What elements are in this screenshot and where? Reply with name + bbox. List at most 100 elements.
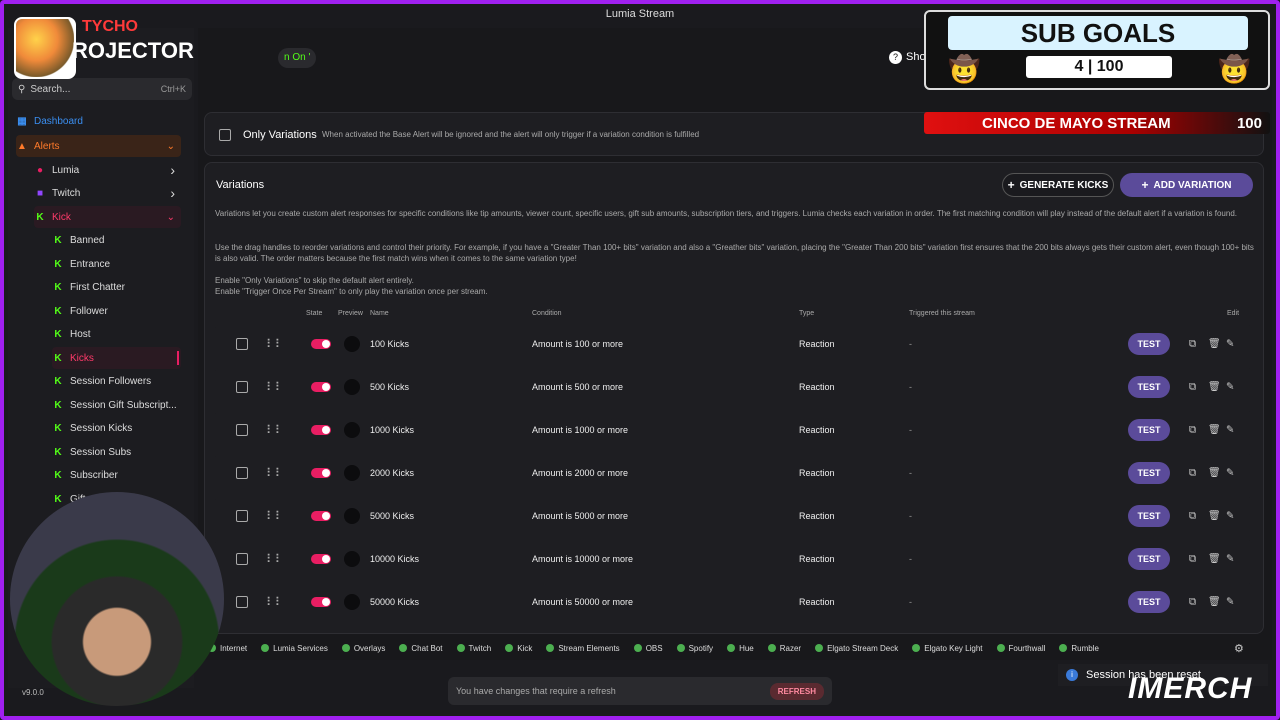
row-checkbox[interactable] xyxy=(236,596,248,608)
edit-icon[interactable]: ✎ xyxy=(1226,554,1234,565)
variation-row[interactable]: ⠇⠇ 5000 Kicks Amount is 5000 or more Reacti… xyxy=(215,496,1252,536)
drag-handle-icon[interactable]: ⠇⠇ xyxy=(266,466,284,480)
edit-icon[interactable]: ✎ xyxy=(1226,339,1234,350)
preview-thumb[interactable] xyxy=(344,465,360,481)
status-item-fourthwall[interactable]: Fourthwall xyxy=(996,644,1045,653)
edit-icon[interactable]: ✎ xyxy=(1226,468,1234,479)
only-variations-checkbox[interactable] xyxy=(219,129,231,141)
copy-icon[interactable]: ⧉ xyxy=(1189,382,1196,393)
sidebar-item-first-chatter[interactable]: K First Chatter xyxy=(52,276,181,298)
status-item-spotify[interactable]: Spotify xyxy=(676,644,713,653)
state-toggle[interactable] xyxy=(311,511,331,521)
test-button[interactable]: TEST xyxy=(1128,548,1170,570)
delete-icon[interactable]: 🗑 xyxy=(1208,511,1221,522)
sidebar-item-twitch[interactable]: ■ Twitch › xyxy=(34,182,181,204)
state-toggle[interactable] xyxy=(311,382,331,392)
drag-handle-icon[interactable]: ⠇⠇ xyxy=(266,423,284,437)
copy-icon[interactable]: ⧉ xyxy=(1189,425,1196,436)
variation-row[interactable]: ⠇⠇ 1000 Kicks Amount is 1000 or more Reacti… xyxy=(215,410,1252,450)
copy-icon[interactable]: ⧉ xyxy=(1189,554,1196,565)
delete-icon[interactable]: 🗑 xyxy=(1208,339,1221,350)
state-toggle[interactable] xyxy=(311,597,331,607)
status-item-hue[interactable]: Hue xyxy=(727,644,754,653)
sidebar-item-session-gift-subscript-[interactable]: K Session Gift Subscript... xyxy=(52,394,181,416)
drag-handle-icon[interactable]: ⠇⠇ xyxy=(266,380,284,394)
preview-thumb[interactable] xyxy=(344,508,360,524)
status-item-kick[interactable]: Kick xyxy=(505,644,532,653)
refresh-button[interactable]: REFRESH xyxy=(769,682,824,700)
add-variation-button[interactable]: + ADD VARIATION xyxy=(1120,173,1253,197)
search-input[interactable]: ⚲ Search... Ctrl+K xyxy=(12,78,192,100)
edit-icon[interactable]: ✎ xyxy=(1226,511,1234,522)
state-toggle[interactable] xyxy=(311,425,331,435)
preview-thumb[interactable] xyxy=(344,422,360,438)
variation-row[interactable]: ⠇⠇ 10000 Kicks Amount is 10000 or more Reac… xyxy=(215,539,1252,579)
sidebar-item-session-followers[interactable]: K Session Followers xyxy=(52,370,181,392)
test-button[interactable]: TEST xyxy=(1128,333,1170,355)
row-checkbox[interactable] xyxy=(236,553,248,565)
generate-kicks-button[interactable]: + GENERATE KICKS xyxy=(1002,173,1114,197)
copy-icon[interactable]: ⧉ xyxy=(1189,511,1196,522)
delete-icon[interactable]: 🗑 xyxy=(1208,468,1221,479)
edit-icon[interactable]: ✎ xyxy=(1226,382,1234,393)
preview-thumb[interactable] xyxy=(344,594,360,610)
delete-icon[interactable]: 🗑 xyxy=(1208,554,1221,565)
row-checkbox[interactable] xyxy=(236,381,248,393)
status-item-elgato-key-light[interactable]: Elgato Key Light xyxy=(912,644,983,653)
preview-thumb[interactable] xyxy=(344,379,360,395)
status-item-chat-bot[interactable]: Chat Bot xyxy=(399,644,443,653)
test-button[interactable]: TEST xyxy=(1128,591,1170,613)
status-item-razer[interactable]: Razer xyxy=(767,644,801,653)
sidebar-item-session-subs[interactable]: K Session Subs xyxy=(52,441,181,463)
test-button[interactable]: TEST xyxy=(1128,462,1170,484)
sidebar-item-lumia[interactable]: ● Lumia › xyxy=(34,159,181,181)
delete-icon[interactable]: 🗑 xyxy=(1208,382,1221,393)
state-toggle[interactable] xyxy=(311,339,331,349)
show-toggle[interactable]: ? Sho xyxy=(889,51,926,64)
status-item-twitch[interactable]: Twitch xyxy=(456,644,491,653)
row-checkbox[interactable] xyxy=(236,510,248,522)
delete-icon[interactable]: 🗑 xyxy=(1208,597,1221,608)
status-item-lumia-services[interactable]: Lumia Services xyxy=(261,644,328,653)
status-item-stream-elements[interactable]: Stream Elements xyxy=(546,644,620,653)
copy-icon[interactable]: ⧉ xyxy=(1189,339,1196,350)
sidebar-item-follower[interactable]: K Follower xyxy=(52,300,181,322)
variation-row[interactable]: ⠇⠇ 2000 Kicks Amount is 2000 or more Reacti… xyxy=(215,453,1252,493)
sidebar-item-subscriber[interactable]: K Subscriber xyxy=(52,464,181,486)
copy-icon[interactable]: ⧉ xyxy=(1189,468,1196,479)
variation-row[interactable]: ⠇⠇ 50000 Kicks Amount is 50000 or more Reac… xyxy=(215,582,1252,622)
sidebar-item-kick[interactable]: K Kick ⌄ xyxy=(34,206,181,228)
drag-handle-icon[interactable]: ⠇⠇ xyxy=(266,509,284,523)
edit-icon[interactable]: ✎ xyxy=(1226,425,1234,436)
sidebar-item-entrance[interactable]: K Entrance xyxy=(52,253,181,275)
status-item-obs[interactable]: OBS xyxy=(633,644,663,653)
status-item-overlays[interactable]: Overlays xyxy=(341,644,385,653)
sidebar-item-alerts[interactable]: ▲ Alerts ⌄ xyxy=(16,135,181,157)
status-item-internet[interactable]: Internet xyxy=(208,644,247,653)
settings-gear-icon[interactable]: ⚙ xyxy=(1234,642,1244,655)
test-button[interactable]: TEST xyxy=(1128,376,1170,398)
drag-handle-icon[interactable]: ⠇⠇ xyxy=(266,595,284,609)
preview-thumb[interactable] xyxy=(344,551,360,567)
variation-row[interactable]: ⠇⠇ 500 Kicks Amount is 500 or more Reaction… xyxy=(215,367,1252,407)
row-checkbox[interactable] xyxy=(236,424,248,436)
drag-handle-icon[interactable]: ⠇⠇ xyxy=(266,337,284,351)
sidebar-item-banned[interactable]: K Banned xyxy=(52,229,181,251)
sidebar-item-dashboard[interactable]: ▦ Dashboard xyxy=(16,110,181,132)
state-toggle[interactable] xyxy=(311,554,331,564)
sidebar-item-session-kicks[interactable]: K Session Kicks xyxy=(52,417,181,439)
test-button[interactable]: TEST xyxy=(1128,505,1170,527)
test-button[interactable]: TEST xyxy=(1128,419,1170,441)
row-checkbox[interactable] xyxy=(236,338,248,350)
row-checkbox[interactable] xyxy=(236,467,248,479)
delete-icon[interactable]: 🗑 xyxy=(1208,425,1221,436)
edit-icon[interactable]: ✎ xyxy=(1226,597,1234,608)
sidebar-item-kicks[interactable]: K Kicks xyxy=(52,347,181,369)
copy-icon[interactable]: ⧉ xyxy=(1189,597,1196,608)
status-item-rumble[interactable]: Rumble xyxy=(1059,644,1099,653)
preview-thumb[interactable] xyxy=(344,336,360,352)
header-status-chip[interactable]: n On ' xyxy=(278,48,317,68)
status-item-elgato-stream-deck[interactable]: Elgato Stream Deck xyxy=(815,644,898,653)
state-toggle[interactable] xyxy=(311,468,331,478)
sidebar-item-host[interactable]: K Host xyxy=(52,323,181,345)
